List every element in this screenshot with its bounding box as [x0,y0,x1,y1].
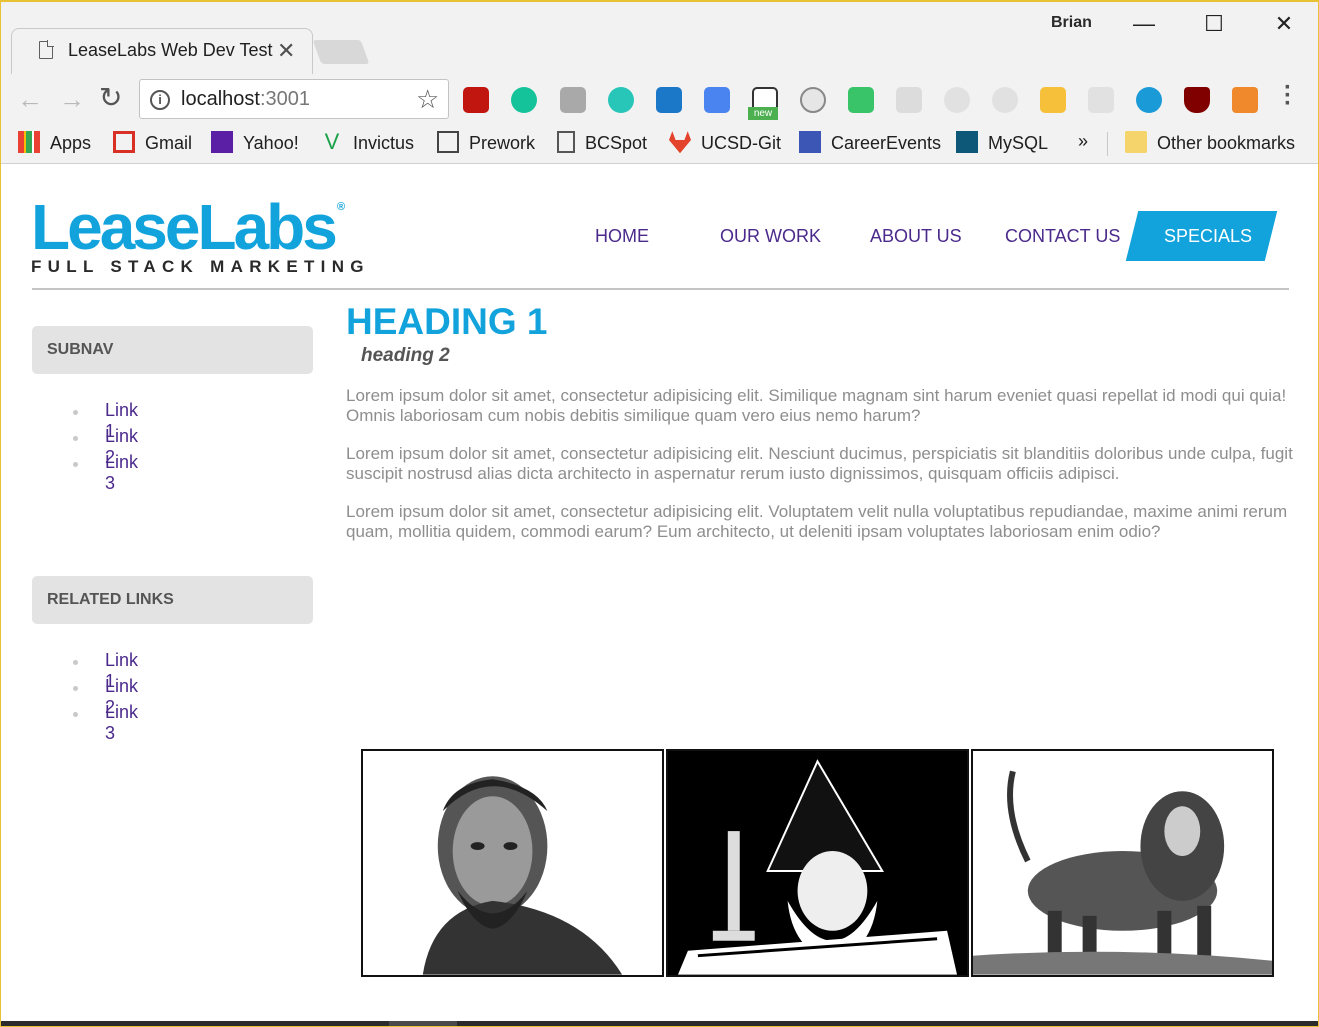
subnav-header: SUBNAV [32,326,313,374]
folder-icon [1125,131,1147,154]
book-icon [437,131,459,154]
nav-about-us[interactable]: ABOUT US [870,226,962,247]
mysql-icon [956,131,978,154]
bookmarks-overflow[interactable]: » [1078,131,1088,155]
wizard-drawing-image [666,749,969,977]
related-links-title: RELATED LINKS [47,591,174,608]
gmail-icon [113,131,135,154]
yahoo-icon [211,131,233,154]
bookmark-yahoo[interactable]: Yahoo! [211,131,299,157]
related-links-header: RELATED LINKS [32,576,313,624]
header-divider [32,288,1289,290]
page-icon [557,131,575,154]
title-bar: LeaseLabs Web Dev Test ✕ Brian — ☐ ✕ [1,2,1318,74]
logo-tagline: FULL STACK MARKETING [31,257,370,276]
new-tab-button[interactable] [312,40,370,64]
nav-our-work[interactable]: OUR WORK [720,226,821,247]
reload-icon[interactable]: ↻ [99,81,122,114]
subnav-link-3[interactable]: Link 3 [105,452,138,494]
bookmark-apps[interactable]: Apps [18,131,91,157]
bookmark-invictus[interactable]: V Invictus [321,129,414,157]
page-icon [39,40,54,59]
url-text[interactable]: localhost:3001 [181,88,310,111]
registered-mark: ® [337,201,346,213]
menu-icon[interactable]: · · · [1284,76,1292,116]
apps-icon [18,131,40,154]
star-icon[interactable]: ☆ [416,84,439,115]
nav-contact-us[interactable]: CONTACT US [1005,226,1120,247]
heading-2: heading 2 [361,345,450,366]
paragraph-1: Lorem ipsum dolor sit amet, consectetur … [346,386,1287,425]
bookmarks-bar: Apps Gmail Yahoo! V Invictus Prework BCSp… [1,124,1318,164]
close-window-button[interactable]: ✕ [1261,8,1307,40]
bookmark-other[interactable]: Other bookmarks [1125,131,1295,157]
paragraph-2: Lorem ipsum dolor sit amet, consectetur … [346,444,1293,483]
extension-icon[interactable] [992,87,1018,113]
tab-title: LeaseLabs Web Dev Test [68,40,273,60]
related-link-3[interactable]: Link 3 [105,702,138,744]
acrobat-extension-icon[interactable] [463,87,489,113]
web-page: LeaseLabs ® FULL STACK MARKETING HOME OU… [1,165,1318,1021]
paragraph-3: Lorem ipsum dolor sit amet, consectetur … [346,502,1288,541]
forward-arrow-icon[interactable]: → [59,84,85,115]
bookmark-gmail[interactable]: Gmail [113,131,192,157]
extension-icon[interactable] [848,87,874,113]
bookmark-prework[interactable]: Prework [437,131,535,157]
email-extension-icon[interactable] [1040,87,1066,113]
ublock-extension-icon[interactable] [1184,87,1210,113]
divider [1107,132,1108,156]
chimera-creature-image [971,749,1274,977]
address-bar[interactable]: i localhost:3001 ☆ [139,79,449,119]
react-extension-icon[interactable] [944,87,970,113]
extension-icon[interactable] [1136,87,1162,113]
calendar-icon [799,131,821,154]
metamask-extension-icon[interactable] [1232,87,1258,113]
browser-window: LeaseLabs Web Dev Test ✕ Brian — ☐ ✕ ← →… [0,0,1319,1027]
bookmark-mysql[interactable]: MySQL [956,131,1048,157]
browser-toolbar: ← → ↻ i localhost:3001 ☆ new · · · [1,74,1318,124]
new-badge: new [748,107,778,120]
json-extension-icon[interactable] [800,87,826,113]
invictus-icon: V [324,129,340,155]
grammarly-extension-icon[interactable] [511,87,537,113]
taskbar [1,1021,1318,1026]
info-icon[interactable]: i [150,90,170,110]
extension-icon[interactable] [896,87,922,113]
bookmark-careerevents[interactable]: CareerEvents [799,131,941,157]
logo[interactable]: LeaseLabs ® FULL STACK MARKETING [31,195,370,277]
browser-tab[interactable]: LeaseLabs Web Dev Test ✕ [11,28,313,74]
nav-specials[interactable]: SPECIALS [1164,226,1252,247]
extension-icon[interactable] [1088,87,1114,113]
heading-1: HEADING 1 [346,301,548,342]
profile-name[interactable]: Brian [1051,14,1092,32]
gitlab-icon [669,131,691,154]
translate-extension-icon[interactable] [704,87,730,113]
reader-extension-icon[interactable] [656,87,682,113]
extension-icon[interactable] [560,87,586,113]
bookmark-ucsd-git[interactable]: UCSD-Git [669,131,781,157]
mercury-extension-icon[interactable] [608,87,634,113]
logo-wordmark: LeaseLabs [31,191,338,263]
engraving-portrait-image [361,749,664,977]
subnav-title: SUBNAV [47,341,114,358]
maximize-button[interactable]: ☐ [1191,8,1237,40]
bookmark-bcspot[interactable]: BCSpot [557,131,647,157]
back-arrow-icon[interactable]: ← [17,84,43,115]
minimize-button[interactable]: — [1121,8,1167,40]
nav-home[interactable]: HOME [595,226,649,247]
close-tab-icon[interactable]: ✕ [277,38,295,64]
taskbar-item[interactable] [389,1021,457,1026]
